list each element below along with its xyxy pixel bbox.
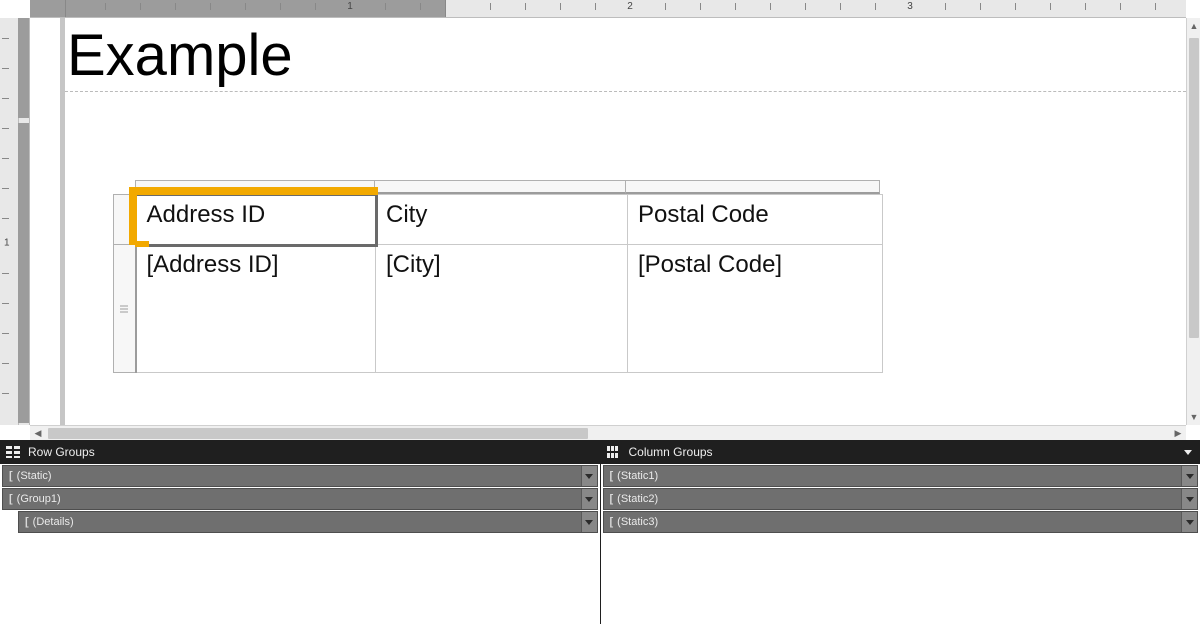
vertical-scrollbar[interactable]: ▲ ▼ [1186, 18, 1200, 425]
column-groups-column: Column Groups [ (Static1) [ (Static2) [ … [601, 440, 1200, 624]
scroll-up-button[interactable]: ▲ [1187, 18, 1200, 34]
ruler-number: 1 [4, 238, 10, 249]
group-label: (Group1) [17, 493, 61, 505]
report-design-canvas[interactable]: Example Address ID City [30, 18, 1186, 425]
chevron-down-icon [1186, 474, 1194, 479]
bracket-icon: [ [610, 470, 614, 482]
cell-text: [Postal Code] [638, 251, 782, 278]
bracket-icon: [ [610, 516, 614, 528]
horizontal-ruler[interactable]: 1 2 3 4 [30, 0, 1186, 18]
bracket-icon: [ [9, 470, 13, 482]
column-groups-label: Column Groups [629, 445, 713, 459]
row-groups-label: Row Groups [28, 445, 95, 459]
group-dropdown-button[interactable] [1181, 512, 1197, 532]
bracket-icon: [ [9, 493, 13, 505]
group-label: (Static1) [617, 470, 658, 482]
column-groups-header[interactable]: Column Groups [601, 440, 1200, 464]
column-group-item[interactable]: [ (Static3) [603, 511, 1199, 533]
cell-text: Address ID [147, 201, 266, 228]
cell-text: Postal Code [638, 201, 769, 228]
chevron-down-icon [1186, 497, 1194, 502]
row-group-item[interactable]: [ (Static) [2, 465, 598, 487]
scroll-right-button[interactable]: ▶ [1170, 426, 1186, 441]
group-label: (Static2) [617, 493, 658, 505]
table-data-cell[interactable]: [Postal Code] [628, 245, 883, 373]
group-dropdown-button[interactable] [581, 466, 597, 486]
bracket-icon: [ [25, 516, 29, 528]
column-group-item[interactable]: [ (Static1) [603, 465, 1199, 487]
scroll-thumb[interactable] [1189, 38, 1199, 338]
cell-text: City [386, 201, 427, 228]
tablix[interactable]: Address ID City Postal Code [Add [113, 180, 883, 373]
group-dropdown-button[interactable] [1181, 489, 1197, 509]
ruler-number: 3 [907, 1, 913, 12]
chevron-down-icon [585, 520, 593, 525]
report-title-textbox[interactable]: Example [65, 18, 1186, 89]
scroll-down-button[interactable]: ▼ [1187, 409, 1200, 425]
table-header-cell[interactable]: Postal Code [628, 195, 883, 245]
table-header-cell[interactable]: City [376, 195, 628, 245]
column-groups-icon [607, 446, 621, 458]
row-groups-icon [6, 446, 20, 458]
group-dropdown-button[interactable] [581, 512, 597, 532]
scroll-thumb[interactable] [48, 428, 588, 439]
row-handle[interactable] [114, 245, 136, 373]
row-group-item[interactable]: [ (Details) [18, 511, 598, 533]
table-header-cell[interactable]: Address ID [136, 195, 376, 245]
vertical-ruler[interactable]: 1 [0, 18, 30, 425]
scroll-left-button[interactable]: ◀ [30, 426, 46, 441]
column-group-item[interactable]: [ (Static2) [603, 488, 1199, 510]
table-data-cell[interactable]: [City] [376, 245, 628, 373]
row-groups-header[interactable]: Row Groups [0, 440, 600, 464]
grouping-pane-menu-button[interactable] [1184, 450, 1192, 455]
group-dropdown-button[interactable] [581, 489, 597, 509]
group-label: (Static3) [617, 516, 658, 528]
row-groups-column: Row Groups [ (Static) [ (Group1) [ (Deta… [0, 440, 601, 624]
cell-text: [Address ID] [147, 251, 279, 278]
column-handle[interactable] [625, 180, 880, 194]
report-body[interactable]: Example Address ID City [65, 18, 1186, 92]
group-label: (Static) [17, 470, 52, 482]
divider [65, 91, 1186, 92]
ruler-number: 2 [627, 1, 633, 12]
group-label: (Details) [33, 516, 74, 528]
horizontal-scrollbar[interactable]: ◀ ▶ [30, 425, 1186, 440]
group-dropdown-button[interactable] [1181, 466, 1197, 486]
chevron-down-icon [585, 474, 593, 479]
column-handle[interactable] [374, 180, 626, 194]
bracket-icon: [ [610, 493, 614, 505]
grouping-pane: Row Groups [ (Static) [ (Group1) [ (Deta… [0, 440, 1200, 624]
cell-text: [City] [386, 251, 441, 278]
row-group-item[interactable]: [ (Group1) [2, 488, 598, 510]
table-data-cell[interactable]: [Address ID] [136, 245, 376, 373]
chevron-down-icon [585, 497, 593, 502]
chevron-down-icon [1186, 520, 1194, 525]
ruler-number: 1 [347, 1, 353, 12]
